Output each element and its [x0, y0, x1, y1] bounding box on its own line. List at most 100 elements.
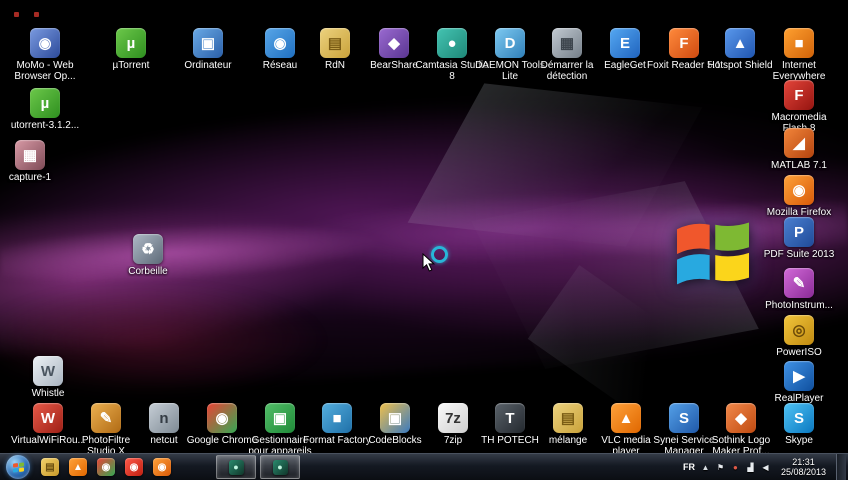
- app-icon: ◉: [784, 175, 814, 205]
- desktop-icon-mozilla-firefox[interactable]: ◉ Mozilla Firefox: [762, 175, 836, 218]
- app-icon: ◆: [379, 28, 409, 58]
- taskbar-window-camtasia-recorder[interactable]: ●: [216, 455, 256, 479]
- desktop-icon-poweriso[interactable]: ◎ PowerISO: [762, 315, 836, 358]
- app-icon: ▣: [380, 403, 410, 433]
- icon-label: MATLAB 7.1: [771, 160, 827, 171]
- taskbar-icon-firefox[interactable]: ◉: [148, 455, 176, 479]
- icon-label: PowerISO: [776, 347, 822, 358]
- taskbar-icon-app-red[interactable]: ◉: [120, 455, 148, 479]
- icon-label: Internet Everywhere: [772, 60, 826, 82]
- icon-label: µTorrent: [112, 60, 150, 71]
- app-icon: ◉: [207, 403, 237, 433]
- app-icon: ◎: [784, 315, 814, 345]
- app-red-icon: ◉: [125, 458, 143, 476]
- system-tray: FR ▲ ⚑ ● ▟ ◀ 21:31 25/08/2013: [683, 454, 848, 480]
- taskbar-icon-windows-explorer[interactable]: ▤: [36, 455, 64, 479]
- desktop-icon-momo-web-browser-op[interactable]: ◉ MoMo - Web Browser Op...: [8, 28, 82, 82]
- icon-label: MoMo - Web Browser Op...: [14, 60, 76, 82]
- desktop-icon-realplayer[interactable]: ▶ RealPlayer: [762, 361, 836, 404]
- app-icon: ▣: [265, 403, 295, 433]
- app-icon: ●: [437, 28, 467, 58]
- icon-label: capture-1: [8, 172, 52, 183]
- app-icon: ✎: [91, 403, 121, 433]
- icon-label: Whistle: [31, 388, 65, 399]
- app-icon: F: [784, 80, 814, 110]
- app-icon: E: [610, 28, 640, 58]
- app-icon: ▲: [725, 28, 755, 58]
- start-button[interactable]: [6, 455, 30, 479]
- taskbar-clock[interactable]: 21:31 25/08/2013: [781, 457, 826, 477]
- app-icon: ▦: [15, 140, 45, 170]
- app-icon: T: [495, 403, 525, 433]
- camtasia-recorder-icon: ●: [228, 459, 244, 475]
- language-indicator[interactable]: FR: [683, 462, 695, 472]
- desktop-icon-skype[interactable]: S Skype: [762, 403, 836, 446]
- app-icon: µ: [116, 28, 146, 58]
- desktop-icon-grid: ◉ MoMo - Web Browser Op... µ µTorrent ▣ Ordin…: [0, 0, 848, 480]
- icon-label: Corbeille: [128, 266, 168, 277]
- network-icon[interactable]: ▟: [745, 463, 756, 472]
- windows-explorer-icon: ▤: [41, 458, 59, 476]
- camtasia-studio-icon: ●: [272, 459, 288, 475]
- app-icon: F: [669, 28, 699, 58]
- app-icon: W: [33, 403, 63, 433]
- desktop-icon-torrent[interactable]: µ µTorrent: [94, 28, 168, 71]
- app-icon: ▦: [552, 28, 582, 58]
- icon-label: Ordinateur: [184, 60, 232, 71]
- tray-icons: ▲ ⚑ ● ▟ ◀: [700, 463, 771, 472]
- app-icon: 7z: [438, 403, 468, 433]
- app-icon: µ: [30, 88, 60, 118]
- desktop-icon-whistle[interactable]: W Whistle: [11, 356, 85, 399]
- app-icon: ✎: [784, 268, 814, 298]
- app-icon: n: [149, 403, 179, 433]
- app-icon: S: [669, 403, 699, 433]
- app-icon: ▣: [193, 28, 223, 58]
- desktop-icon-capture-1[interactable]: ▦ capture-1: [0, 140, 67, 183]
- windows-logo-icon: [12, 461, 24, 473]
- taskbar-icon-vlc-media-player[interactable]: ▲: [64, 455, 92, 479]
- desktop-icon-macromedia-flash-8[interactable]: FMacromedia Flash 8: [762, 80, 836, 134]
- icon-label: utorrent-3.1.2...: [10, 120, 80, 131]
- desktop-icon-utorrent-3-1-2[interactable]: µ utorrent-3.1.2...: [8, 88, 82, 131]
- app-icon: ◉: [265, 28, 295, 58]
- app-icon: ▶: [784, 361, 814, 391]
- icon-label: Skype: [785, 435, 813, 446]
- app-icon: P: [784, 217, 814, 247]
- firefox-icon: ◉: [153, 458, 171, 476]
- vlc-media-player-icon: ▲: [69, 458, 87, 476]
- app-icon: ◆: [726, 403, 756, 433]
- taskbar: ▤ ▲ ◉ ◉ ◉ ● ● FR ▲ ⚑ ● ▟ ◀ 21:31 25/08/2013: [0, 453, 848, 480]
- volume-icon[interactable]: ◀: [760, 463, 771, 472]
- action-center-flag-icon[interactable]: ⚑: [715, 463, 726, 472]
- app-icon: ▲: [611, 403, 641, 433]
- taskbar-window-camtasia-studio[interactable]: ●: [260, 455, 300, 479]
- desktop-icon-pdf-suite-2013[interactable]: P PDF Suite 2013: [762, 217, 836, 260]
- clock-time: 21:31: [792, 457, 815, 467]
- hidden-icons-arrow-icon[interactable]: ▲: [700, 463, 711, 472]
- app-icon: S: [784, 403, 814, 433]
- desktop-icon-corbeille[interactable]: ♻ Corbeille: [111, 234, 185, 277]
- desktop-icon-internet-everywhere[interactable]: ■ Internet Everywhere: [762, 28, 836, 82]
- clock-date: 25/08/2013: [780, 467, 826, 477]
- app-icon: ◢: [784, 128, 814, 158]
- app-icon: W: [33, 356, 63, 386]
- desktop-icon-photoinstrum[interactable]: ✎ PhotoInstrum...: [762, 268, 836, 311]
- icon-label: PDF Suite 2013: [763, 249, 835, 260]
- open-windows-area: ● ●: [176, 455, 300, 479]
- desktop-icon-matlab-7-1[interactable]: ◢ MATLAB 7.1: [762, 128, 836, 171]
- app-icon: D: [495, 28, 525, 58]
- desktop-icon-ordinateur[interactable]: ▣ Ordinateur: [171, 28, 245, 71]
- app-icon: ◉: [30, 28, 60, 58]
- desktop: ◉ MoMo - Web Browser Op... µ µTorrent ▣ Ordin…: [0, 0, 848, 480]
- app-icon: ▤: [320, 28, 350, 58]
- security-alert-icon[interactable]: ●: [730, 463, 741, 472]
- quick-launch-area: ▤ ▲ ◉ ◉ ◉: [36, 455, 176, 479]
- icon-label: PhotoInstrum...: [765, 300, 833, 311]
- app-icon: ■: [322, 403, 352, 433]
- show-desktop-button[interactable]: [836, 454, 846, 480]
- app-icon: ♻: [133, 234, 163, 264]
- google-chrome-icon: ◉: [97, 458, 115, 476]
- taskbar-icon-google-chrome[interactable]: ◉: [92, 455, 120, 479]
- app-icon: ▤: [553, 403, 583, 433]
- app-icon: ■: [784, 28, 814, 58]
